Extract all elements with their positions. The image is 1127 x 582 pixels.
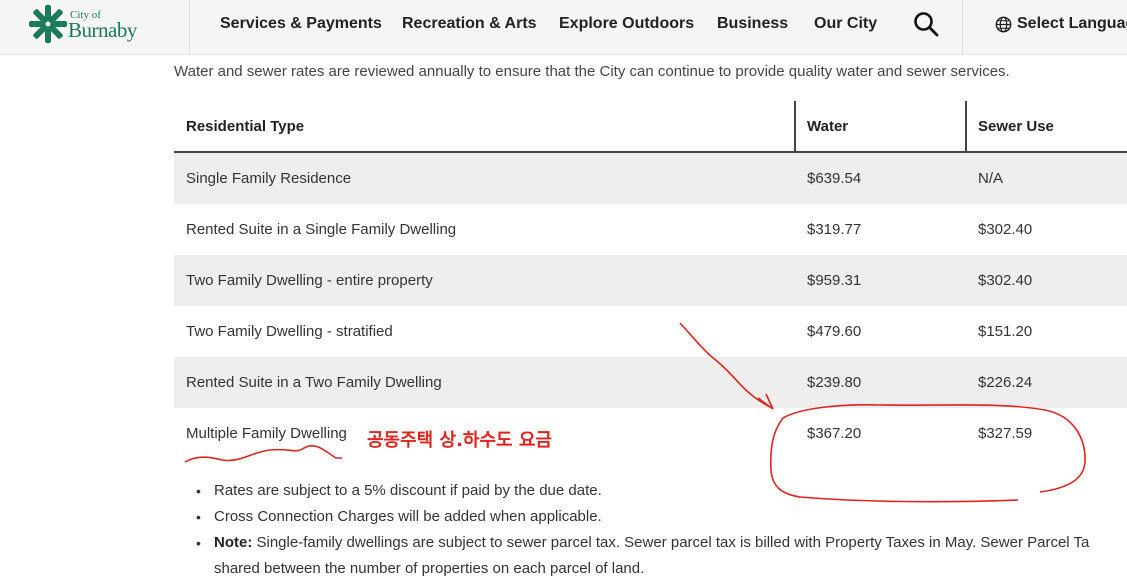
column-divider xyxy=(965,101,967,151)
rates-notes-list: Rates are subject to a 5% discount if pa… xyxy=(196,478,1127,582)
cell-water-rate: $367.20 xyxy=(807,425,862,442)
cell-water-rate: $959.31 xyxy=(807,272,862,289)
nav-business[interactable]: Business xyxy=(717,15,788,33)
header-divider xyxy=(962,0,963,54)
table-row: Two Family Dwelling - stratified $479.60… xyxy=(174,306,1127,357)
logo-text-burnaby: Burnaby xyxy=(68,18,137,42)
table-row: Rented Suite in a Two Family Dwelling $2… xyxy=(174,357,1127,408)
cell-residential-type: Rented Suite in a Two Family Dwelling xyxy=(186,374,442,391)
column-header-residential-type: Residential Type xyxy=(186,118,305,135)
city-logo[interactable]: City of Burnaby xyxy=(28,3,138,45)
cell-residential-type: Two Family Dwelling - entire property xyxy=(186,272,433,289)
nav-recreation-arts[interactable]: Recreation & Arts xyxy=(402,15,537,33)
globe-icon[interactable] xyxy=(995,16,1012,33)
column-header-water: Water xyxy=(807,118,849,135)
cell-water-rate: $319.77 xyxy=(807,221,862,238)
table-row: Multiple Family Dwelling $367.20 $327.59 xyxy=(174,408,1127,459)
cell-water-rate: $239.80 xyxy=(807,374,862,391)
table-row: Two Family Dwelling - entire property $9… xyxy=(174,255,1127,306)
cell-residential-type: Multiple Family Dwelling xyxy=(186,425,347,442)
table-header-row: Residential Type Water Sewer Use xyxy=(174,101,1127,153)
cell-residential-type: Rented Suite in a Single Family Dwelling xyxy=(186,221,457,238)
select-language-button[interactable]: Select Languag xyxy=(1017,15,1127,33)
note-label: Note: xyxy=(214,534,253,551)
cell-sewer-rate: $151.20 xyxy=(978,323,1033,340)
column-header-sewer-use: Sewer Use xyxy=(978,118,1054,135)
header-divider xyxy=(189,0,190,54)
nav-explore-outdoors[interactable]: Explore Outdoors xyxy=(559,15,694,33)
cell-water-rate: $479.60 xyxy=(807,323,862,340)
snowflake-logo-icon xyxy=(29,5,67,43)
table-row: Single Family Residence $639.54 N/A xyxy=(174,153,1127,204)
search-icon[interactable] xyxy=(913,11,939,37)
cell-water-rate: $639.54 xyxy=(807,170,862,187)
cell-sewer-rate: $327.59 xyxy=(978,425,1033,442)
rates-intro-text: Water and sewer rates are reviewed annua… xyxy=(174,63,1010,80)
nav-our-city[interactable]: Our City xyxy=(814,15,877,33)
cell-sewer-rate: $226.24 xyxy=(978,374,1033,391)
note-text: Single-family dwellings are subject to s… xyxy=(214,534,1090,577)
table-row: Rented Suite in a Single Family Dwelling… xyxy=(174,204,1127,255)
cell-sewer-rate: $302.40 xyxy=(978,272,1033,289)
nav-services-payments[interactable]: Services & Payments xyxy=(220,15,382,33)
korean-annotation-note: 공동주택 상.하수도 요금 xyxy=(367,430,552,451)
cell-residential-type: Two Family Dwelling - stratified xyxy=(186,323,393,340)
list-item: Note: Single-family dwellings are subjec… xyxy=(196,530,1127,582)
cell-residential-type: Single Family Residence xyxy=(186,170,352,187)
list-item: Rates are subject to a 5% discount if pa… xyxy=(196,478,1127,504)
cell-sewer-rate: N/A xyxy=(978,170,1004,187)
site-header: City of Burnaby Services & Payments Recr… xyxy=(0,0,1127,55)
cell-sewer-rate: $302.40 xyxy=(978,221,1033,238)
list-item: Cross Connection Charges will be added w… xyxy=(196,504,1127,530)
column-divider xyxy=(794,101,796,151)
